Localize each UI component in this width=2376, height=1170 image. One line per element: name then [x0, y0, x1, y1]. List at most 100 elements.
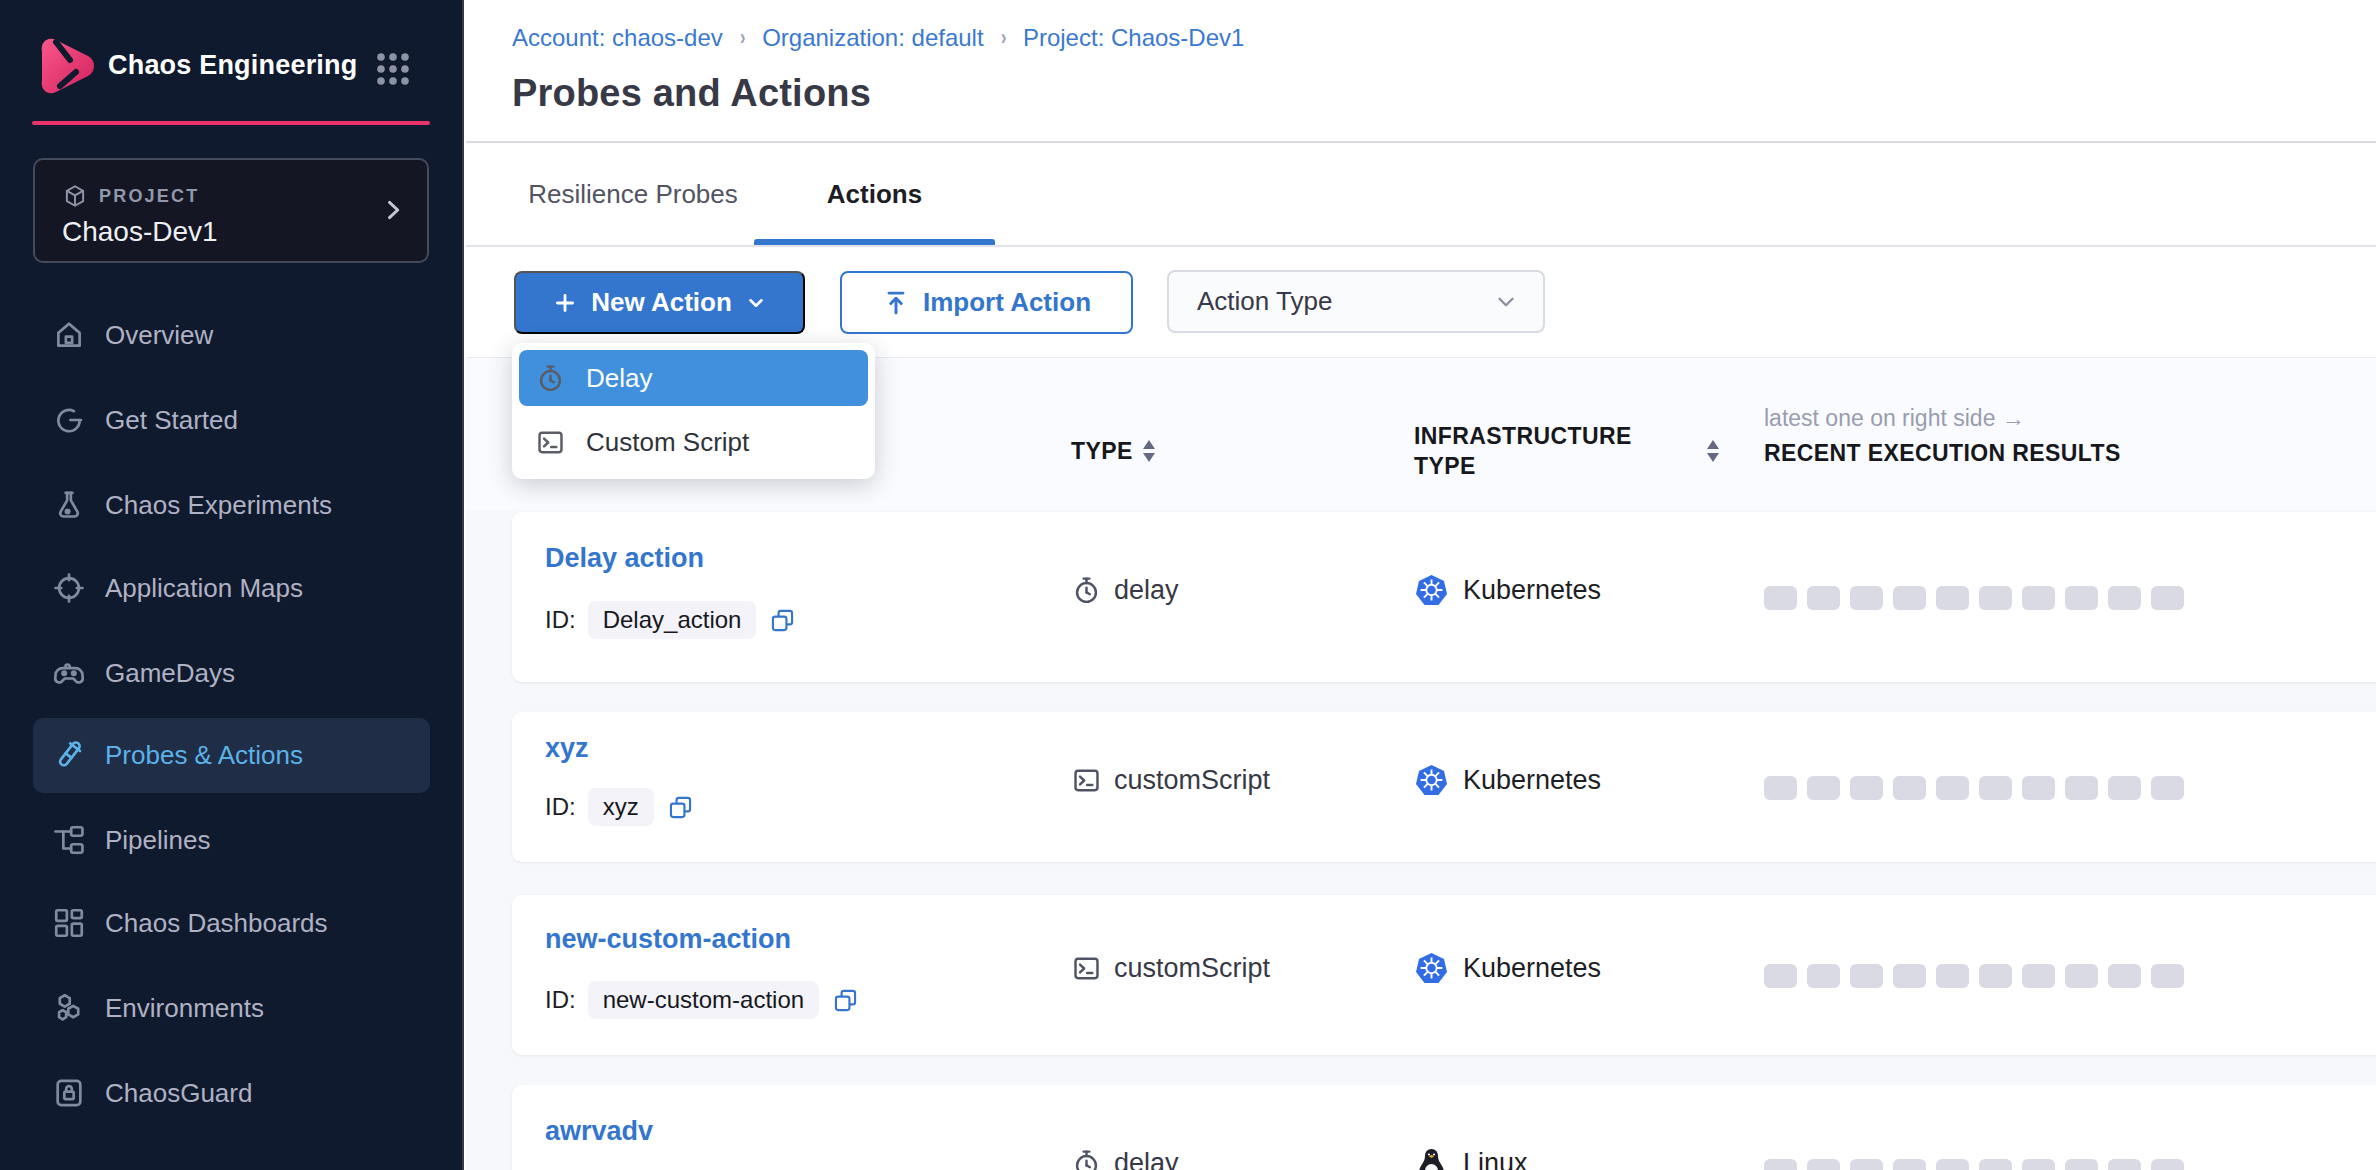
sidebar-item-label: Application Maps	[105, 573, 303, 604]
copy-icon[interactable]	[667, 794, 694, 821]
sidebar: Chaos Engineering PROJECT Chaos-Dev1 Ove…	[0, 0, 464, 1170]
sidebar-item-chaos-dashboards[interactable]: Chaos Dashboards	[33, 890, 430, 956]
sort-icon[interactable]	[1706, 440, 1720, 462]
breadcrumb-link[interactable]: Account: chaos-dev	[512, 24, 723, 52]
row-id: ID:Delay_action	[545, 600, 796, 640]
breadcrumb-link[interactable]: Project: Chaos-Dev1	[1023, 24, 1244, 52]
get-started-icon	[52, 403, 86, 437]
execution-result-placeholder	[1850, 964, 1883, 988]
import-action-button[interactable]: Import Action	[840, 271, 1133, 334]
script-icon	[535, 427, 566, 458]
recent-executions-cell	[1764, 956, 2184, 996]
project-selector[interactable]: PROJECT Chaos-Dev1	[33, 158, 429, 263]
row-name-link[interactable]: awrvadv	[545, 1116, 653, 1147]
copy-icon[interactable]	[769, 607, 796, 634]
id-label: ID:	[545, 606, 576, 634]
execution-result-placeholder	[1979, 964, 2012, 988]
sidebar-item-chaosguard[interactable]: ChaosGuard	[33, 1060, 430, 1126]
execution-result-placeholder	[2065, 776, 2098, 800]
tab-resilience-probes[interactable]: Resilience Probes	[512, 143, 754, 245]
id-label: ID:	[545, 793, 576, 821]
execution-result-placeholder	[2108, 1159, 2141, 1170]
recent-results-hint: latest one on right side →	[1764, 405, 2025, 432]
sort-icon[interactable]	[1142, 440, 1156, 462]
chevron-down-icon	[1493, 289, 1519, 315]
type-cell: customScript	[1071, 948, 1270, 988]
sidebar-item-label: Environments	[105, 993, 264, 1024]
execution-result-placeholder	[1850, 776, 1883, 800]
sidebar-item-probes-actions[interactable]: Probes & Actions	[33, 718, 430, 793]
execution-result-placeholder	[2151, 964, 2184, 988]
sidebar-item-application-maps[interactable]: Application Maps	[33, 555, 430, 621]
breadcrumb: Account: chaos-dev › Organization: default…	[512, 24, 1244, 52]
sidebar-item-gamedays[interactable]: GameDays	[33, 640, 430, 706]
execution-result-placeholder	[1893, 1159, 1926, 1170]
execution-result-placeholder	[1936, 1159, 1969, 1170]
id-label: ID:	[545, 986, 576, 1014]
execution-result-placeholder	[2151, 586, 2184, 610]
module-grid-icon[interactable]	[376, 52, 410, 86]
pipelines-icon	[52, 823, 86, 857]
sidebar-item-chaos-experiments[interactable]: Chaos Experiments	[33, 472, 430, 538]
execution-result-placeholder	[1764, 964, 1797, 988]
kubernetes-icon	[1415, 574, 1448, 607]
execution-result-placeholder	[1893, 964, 1926, 988]
new-action-button[interactable]: New Action	[514, 271, 805, 334]
sidebar-item-environments[interactable]: Environments	[33, 975, 430, 1041]
column-header-type[interactable]: TYPE	[1071, 436, 1133, 466]
table-row: Delay actionID:Delay_actiondelayKubernet…	[512, 512, 2376, 682]
action-type-select[interactable]: Action Type	[1167, 270, 1545, 333]
row-name-link[interactable]: new-custom-action	[545, 924, 791, 955]
execution-result-placeholder	[2151, 776, 2184, 800]
gamepad-icon	[52, 656, 86, 690]
chevron-down-icon	[745, 292, 767, 314]
copy-icon[interactable]	[832, 987, 859, 1014]
execution-result-placeholder	[1807, 964, 1840, 988]
execution-result-placeholder	[1893, 776, 1926, 800]
type-cell: customScript	[1071, 760, 1270, 800]
execution-result-placeholder	[1807, 776, 1840, 800]
row-id: ID:new-custom-action	[545, 980, 859, 1020]
execution-result-placeholder	[1764, 776, 1797, 800]
execution-result-placeholder	[1807, 1159, 1840, 1170]
table-row: awrvadvdelayLinux	[512, 1085, 2376, 1170]
menu-item-custom-script[interactable]: Custom Script	[519, 412, 868, 472]
stopwatch-icon	[1071, 575, 1102, 606]
sidebar-item-get-started[interactable]: Get Started	[33, 387, 430, 453]
lock-badge-icon	[52, 1076, 86, 1110]
script-icon	[1071, 953, 1102, 984]
breadcrumb-separator: ›	[1001, 25, 1006, 51]
execution-result-placeholder	[2108, 964, 2141, 988]
brand-accent-divider	[32, 121, 430, 125]
chevron-right-icon	[379, 196, 407, 224]
flask-icon	[52, 488, 86, 522]
execution-result-placeholder	[1893, 586, 1926, 610]
column-header-infrastructure-type[interactable]: INFRASTRUCTURE TYPE	[1414, 421, 1664, 481]
row-name-link[interactable]: xyz	[545, 733, 589, 764]
execution-result-placeholder	[1979, 1159, 2012, 1170]
execution-result-placeholder	[2065, 1159, 2098, 1170]
infrastructure-cell: Kubernetes	[1415, 948, 1601, 988]
column-header-recent-execution-results: RECENT EXECUTION RESULTS	[1764, 438, 2121, 468]
execution-result-placeholder	[1936, 586, 1969, 610]
row-name-link[interactable]: Delay action	[545, 543, 704, 574]
execution-result-placeholder	[2108, 586, 2141, 610]
linux-icon	[1415, 1147, 1448, 1170]
execution-result-placeholder	[1979, 776, 2012, 800]
breadcrumb-link[interactable]: Organization: default	[762, 24, 983, 52]
sidebar-item-pipelines[interactable]: Pipelines	[33, 807, 430, 873]
execution-result-placeholder	[2022, 964, 2055, 988]
execution-result-placeholder	[2108, 776, 2141, 800]
environments-icon	[52, 991, 86, 1025]
menu-item-delay[interactable]: Delay	[519, 350, 868, 406]
tab-actions[interactable]: Actions	[754, 143, 995, 245]
execution-result-placeholder	[2065, 586, 2098, 610]
row-id-pill: xyz	[588, 788, 654, 826]
import-icon	[882, 289, 910, 317]
sidebar-item-label: Overview	[105, 320, 213, 351]
execution-result-placeholder	[2151, 1159, 2184, 1170]
harness-logo	[36, 28, 96, 100]
sidebar-item-overview[interactable]: Overview	[33, 302, 430, 368]
new-action-menu: Delay Custom Script	[512, 343, 875, 479]
type-cell: delay	[1071, 1143, 1179, 1170]
